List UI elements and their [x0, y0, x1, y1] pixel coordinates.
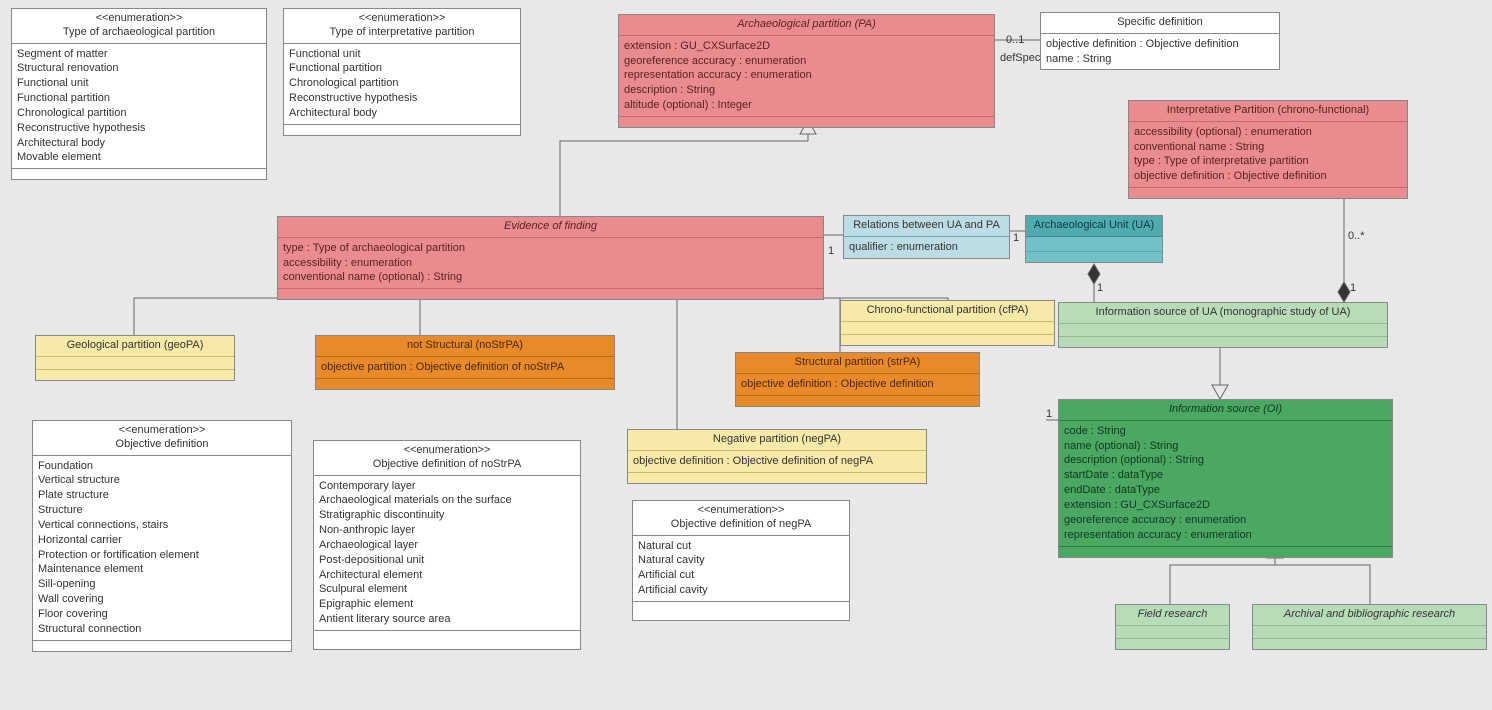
class-name: Interpretative Partition (chrono-functio…	[1133, 104, 1403, 118]
enum-values: Functional unit Functional partition Chr…	[284, 44, 520, 124]
class-enum-objective-definition: <<enumeration>> Objective definition Fou…	[32, 420, 292, 652]
class-chrono-func-partition: Chrono-functional partition (cfPA)	[840, 300, 1055, 346]
multiplicity-label: 1	[828, 245, 834, 257]
class-negative-partition: Negative partition (negPA) objective def…	[627, 429, 927, 484]
class-archival-research: Archival and bibliographic research	[1252, 604, 1487, 650]
class-name: Chrono-functional partition (cfPA)	[845, 304, 1050, 318]
multiplicity-label: 1	[1097, 282, 1103, 294]
class-enum-nostrpa: <<enumeration>> Objective definition of …	[313, 440, 581, 650]
class-info-source-oi: Information source (OI) code : String na…	[1058, 399, 1393, 558]
class-enum-negpa: <<enumeration>> Objective definition of …	[632, 500, 850, 621]
attributes: accessibility (optional) : enumeration c…	[1129, 122, 1407, 187]
class-name: Field research	[1120, 608, 1225, 622]
class-name: Archaeological partition (PA)	[623, 18, 990, 32]
stereotype: <<enumeration>>	[37, 424, 287, 438]
uml-diagram-canvas: <<enumeration>> Type of archaeological p…	[0, 0, 1492, 710]
class-name: Relations between UA and PA	[848, 219, 1005, 233]
class-enum-type-interp-partition: <<enumeration>> Type of interpretative p…	[283, 8, 521, 136]
attributes: objective definition : Objective definit…	[736, 374, 979, 395]
class-name: Archival and bibliographic research	[1257, 608, 1482, 622]
class-geological-partition: Geological partition (geoPA)	[35, 335, 235, 381]
enum-values: Contemporary layer Archaeological materi…	[314, 476, 580, 630]
enum-values: Foundation Vertical structure Plate stru…	[33, 456, 291, 640]
attributes: objective partition : Objective definiti…	[316, 357, 614, 378]
stereotype: <<enumeration>>	[637, 504, 845, 518]
enum-values: Natural cut Natural cavity Artificial cu…	[633, 536, 849, 601]
attributes: extension : GU_CXSurface2D georeference …	[619, 36, 994, 116]
stereotype: <<enumeration>>	[16, 12, 262, 26]
multiplicity-label: 1	[1046, 408, 1052, 420]
stereotype: <<enumeration>>	[318, 444, 576, 458]
multiplicity-label: 1	[1350, 282, 1356, 294]
role-label-defspec: defSpec	[1000, 52, 1040, 64]
class-not-structural: not Structural (noStrPA) objective parti…	[315, 335, 615, 390]
class-structural-partition: Structural partition (strPA) objective d…	[735, 352, 980, 407]
enum-values: Segment of matter Structural renovation …	[12, 44, 266, 169]
class-name: Information source (OI)	[1063, 403, 1388, 417]
class-name: Structural partition (strPA)	[740, 356, 975, 370]
class-name: Type of interpretative partition	[288, 26, 516, 40]
class-name: Type of archaeological partition	[16, 26, 262, 40]
class-relations-ua-pa: Relations between UA and PA qualifier : …	[843, 215, 1010, 259]
class-name: Geological partition (geoPA)	[40, 339, 230, 353]
class-name: Evidence of finding	[282, 220, 819, 234]
class-arch-unit-ua: Archaeological Unit (UA)	[1025, 215, 1163, 263]
class-specific-definition: Specific definition objective definition…	[1040, 12, 1280, 70]
class-name: Specific definition	[1045, 16, 1275, 30]
class-name: not Structural (noStrPA)	[320, 339, 610, 353]
class-info-source-ua: Information source of UA (monographic st…	[1058, 302, 1388, 348]
class-evidence-of-finding: Evidence of finding type : Type of archa…	[277, 216, 824, 300]
attributes: qualifier : enumeration	[844, 237, 1009, 258]
attributes: objective definition : Objective definit…	[1041, 34, 1279, 70]
class-name: Objective definition of negPA	[637, 518, 845, 532]
class-name: Objective definition of noStrPA	[318, 458, 576, 472]
class-interpretative-partition: Interpretative Partition (chrono-functio…	[1128, 100, 1408, 199]
class-name: Information source of UA (monographic st…	[1063, 306, 1383, 320]
class-name: Archaeological Unit (UA)	[1030, 219, 1158, 233]
multiplicity-label: 0..*	[1348, 230, 1365, 242]
class-name: Objective definition	[37, 438, 287, 452]
multiplicity-label: 0..1	[1006, 34, 1024, 46]
stereotype: <<enumeration>>	[288, 12, 516, 26]
attributes: type : Type of archaeological partition …	[278, 238, 823, 289]
class-arch-partition-pa: Archaeological partition (PA) extension …	[618, 14, 995, 128]
class-enum-type-arch-partition: <<enumeration>> Type of archaeological p…	[11, 8, 267, 180]
multiplicity-label: 1	[1013, 232, 1019, 244]
class-field-research: Field research	[1115, 604, 1230, 650]
attributes: objective definition : Objective definit…	[628, 451, 926, 472]
attributes: code : String name (optional) : String d…	[1059, 421, 1392, 546]
class-name: Negative partition (negPA)	[632, 433, 922, 447]
